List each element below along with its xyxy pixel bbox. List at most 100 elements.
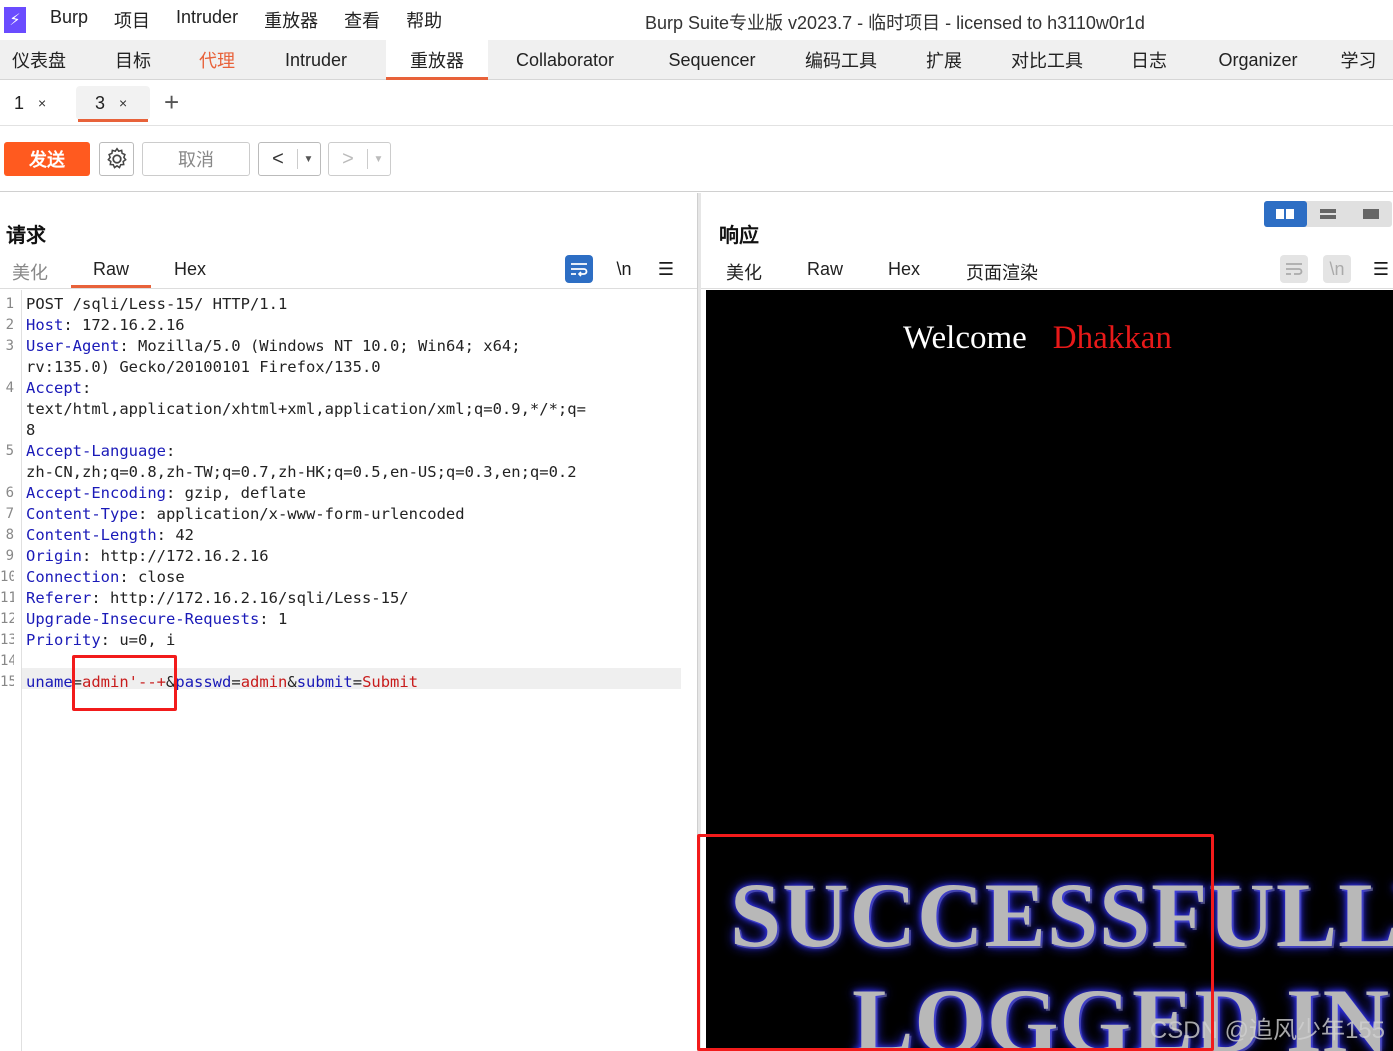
line-text: Accept-Language:	[26, 442, 176, 460]
line-text: Accept-Encoding: gzip, deflate	[26, 484, 306, 502]
tab-pretty[interactable]: 美化	[726, 259, 762, 285]
repeater-subtabs: 1 × 3 ×	[0, 80, 1393, 126]
layout-top-bottom-icon[interactable]	[1307, 201, 1350, 227]
main-tabs: 仪表盘 目标 代理 Intruder 重放器 Collaborator Sequ…	[0, 40, 1393, 80]
tab-dashboard[interactable]: 仪表盘	[0, 40, 78, 80]
chevron-left-icon: <	[272, 147, 284, 170]
word-wrap-icon[interactable]	[1280, 255, 1308, 283]
tab-decoder[interactable]: 编码工具	[782, 40, 900, 80]
forward-button[interactable]: > ▼	[328, 142, 391, 176]
newline-icon[interactable]: \n	[1323, 255, 1351, 283]
add-tab-icon[interactable]: +	[164, 87, 179, 118]
tab-render[interactable]: 页面渲染	[944, 259, 1060, 293]
chevron-right-icon: >	[342, 147, 354, 170]
menu-view[interactable]: 查看	[344, 7, 380, 33]
tab-organizer[interactable]: Organizer	[1192, 40, 1324, 80]
close-icon[interactable]: ×	[119, 95, 127, 111]
cancel-button[interactable]: 取消	[142, 142, 250, 176]
line-number: 5	[5, 443, 14, 459]
tab-target[interactable]: 目标	[78, 40, 188, 80]
menu-help[interactable]: 帮助	[406, 7, 442, 33]
repeater-tab-1[interactable]: 1 ×	[6, 86, 68, 120]
line-number: 8	[5, 527, 14, 543]
send-button[interactable]: 发送	[4, 142, 90, 176]
line-number: 14	[0, 653, 14, 669]
tab-underline	[0, 288, 697, 289]
welcome-label: Welcome	[903, 320, 1027, 356]
repeater-tab-3[interactable]: 3 ×	[76, 86, 150, 122]
tab-learn[interactable]: 学习	[1324, 40, 1393, 80]
tab-extensions[interactable]: 扩展	[900, 40, 988, 80]
line-text: Host: 172.16.2.16	[26, 316, 185, 334]
user-name: Dhakkan	[1052, 320, 1172, 356]
line-text: Referer: http://172.16.2.16/sqli/Less-15…	[26, 589, 409, 607]
repeater-tab-label: 3	[95, 92, 106, 113]
line-text: Content-Length: 42	[26, 526, 194, 544]
layout-side-by-side-icon[interactable]	[1264, 201, 1307, 227]
repeater-tab-label: 1	[14, 92, 25, 113]
line-text: Connection: close	[26, 568, 185, 586]
line-number: 15	[0, 674, 14, 690]
layout-tabs-icon[interactable]	[1349, 201, 1392, 227]
menu-burp[interactable]: Burp	[50, 7, 88, 33]
menu-project[interactable]: 项目	[114, 7, 150, 33]
request-panel: 请求 美化 Raw Hex \n ☰ 1 POST /sqli/Less-15/ …	[0, 193, 697, 1051]
line-number: 1	[5, 296, 14, 312]
settings-button[interactable]	[99, 142, 134, 176]
menu-bar: ⚡ Burp 项目 Intruder 重放器 查看 帮助 Burp Suite专…	[0, 0, 1393, 40]
menu-icon[interactable]: ☰	[1367, 255, 1393, 283]
line-number: 10	[0, 569, 14, 585]
line-text: 8	[26, 421, 36, 439]
line-text: zh-CN,zh;q=0.8,zh-TW;q=0.7,zh-HK;q=0.5,e…	[26, 463, 577, 481]
line-text: Content-Type: application/x-www-form-url…	[26, 505, 465, 523]
menu-repeater[interactable]: 重放器	[264, 7, 318, 33]
gear-icon	[106, 147, 127, 169]
line-text: text/html,application/xhtml+xml,applicat…	[26, 400, 586, 418]
line-text: Priority: u=0, i	[26, 631, 176, 649]
line-text: POST /sqli/Less-15/ HTTP/1.1	[26, 295, 288, 313]
line-number: 2	[5, 317, 14, 333]
tab-pretty[interactable]: 美化	[12, 259, 48, 285]
tab-raw[interactable]: Raw	[70, 259, 152, 288]
response-title: 响应	[719, 225, 759, 247]
word-wrap-icon[interactable]	[565, 255, 593, 283]
dropdown-icon[interactable]: ▼	[367, 149, 389, 169]
line-number: 6	[5, 485, 14, 501]
tab-intruder[interactable]: Intruder	[246, 40, 386, 80]
line-text: Upgrade-Insecure-Requests: 1	[26, 610, 288, 628]
tab-proxy[interactable]: 代理	[188, 40, 246, 80]
newline-icon[interactable]: \n	[610, 255, 638, 283]
line-number: 12	[0, 611, 14, 627]
line-number: 4	[5, 380, 14, 396]
tab-collaborator[interactable]: Collaborator	[488, 40, 642, 80]
line-number: 11	[0, 590, 14, 606]
line-text: Accept:	[26, 379, 92, 397]
burp-logo-icon: ⚡	[4, 7, 26, 33]
line-number: 9	[5, 548, 14, 564]
line-text: rv:135.0) Gecko/20100101 Firefox/135.0	[26, 358, 381, 376]
menu-intruder[interactable]: Intruder	[176, 7, 238, 33]
tab-hex[interactable]: Hex	[174, 259, 206, 280]
dropdown-icon[interactable]: ▼	[297, 149, 319, 169]
menu-items: Burp 项目 Intruder 重放器 查看 帮助	[50, 7, 468, 33]
tab-sequencer[interactable]: Sequencer	[642, 40, 782, 80]
menu-icon[interactable]: ☰	[652, 255, 680, 283]
tab-logger[interactable]: 日志	[1106, 40, 1192, 80]
line-text: Origin: http://172.16.2.16	[26, 547, 269, 565]
request-title: 请求	[6, 225, 46, 247]
line-number: 13	[0, 632, 14, 648]
close-icon[interactable]: ×	[38, 95, 46, 111]
tab-underline	[701, 288, 1393, 289]
tab-raw[interactable]: Raw	[807, 259, 843, 280]
welcome-text: Welcome Dhakkan	[903, 320, 1172, 357]
line-number: 7	[5, 506, 14, 522]
tab-repeater[interactable]: 重放器	[386, 40, 488, 80]
line-text: User-Agent: Mozilla/5.0 (Windows NT 10.0…	[26, 337, 521, 355]
back-button[interactable]: < ▼	[258, 142, 321, 176]
line-number: 3	[5, 338, 14, 354]
layout-toggle-group	[1264, 201, 1392, 227]
tab-comparer[interactable]: 对比工具	[988, 40, 1106, 80]
annotation-box-payload	[72, 655, 177, 711]
tab-hex[interactable]: Hex	[888, 259, 920, 280]
annotation-box-result	[697, 834, 1214, 1051]
